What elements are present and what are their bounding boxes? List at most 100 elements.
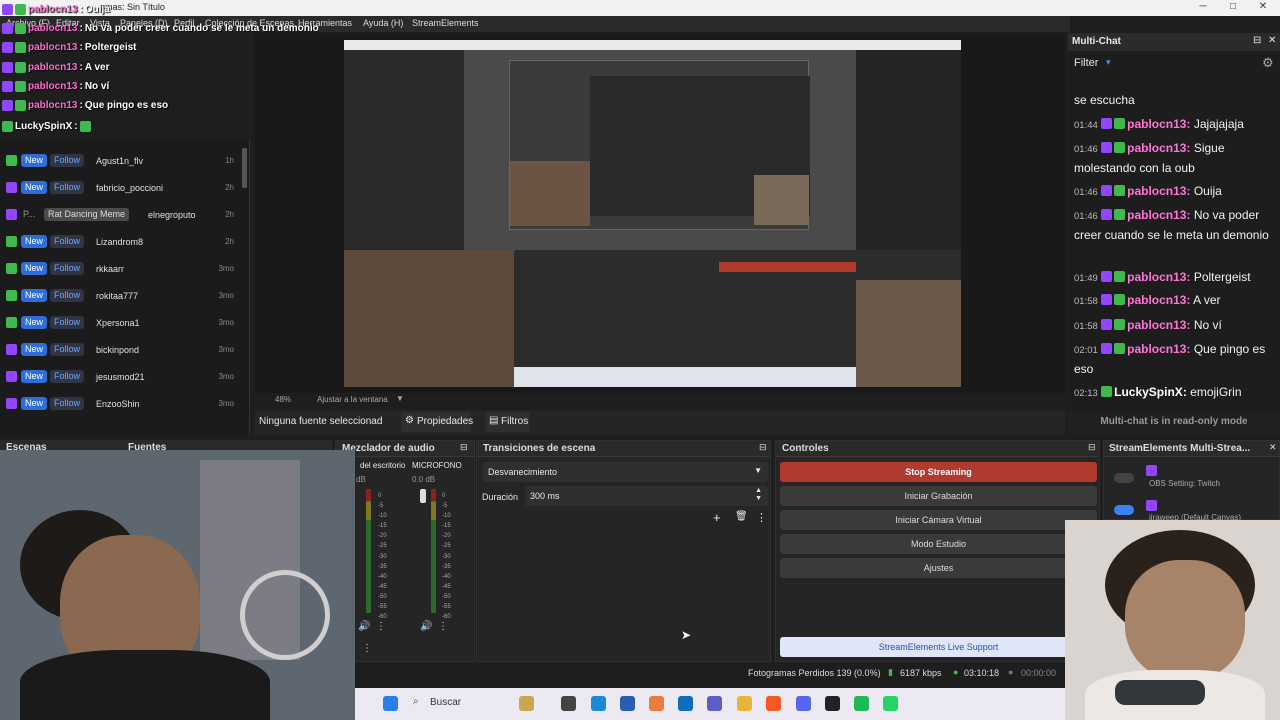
feed-scrollbar[interactable]: [242, 148, 247, 188]
feed-username: rkkaarr: [96, 263, 125, 274]
zoom-level[interactable]: 48%: [275, 395, 291, 404]
audio-mixer-dock: Mezclador de audio ⊟ del escritorio MICRO…: [335, 440, 475, 662]
desktop-mute-icon[interactable]: 🔊: [358, 621, 370, 632]
add-icon[interactable]: +: [713, 510, 721, 525]
feed-row[interactable]: P... Rat Dancing Meme elnegroputo 2h: [0, 201, 240, 228]
channel-mic-db: 0.0 dB: [412, 475, 436, 484]
gear-icon[interactable]: ⚙: [1262, 55, 1274, 71]
twitch-icon: [2, 42, 13, 53]
filters-button[interactable]: ▤ Filtros: [485, 412, 530, 432]
taskbar-search[interactable]: Buscar: [430, 697, 461, 708]
undock-icon[interactable]: ⊟: [1088, 442, 1096, 453]
settings-button[interactable]: Ajustes: [780, 558, 1097, 578]
feed-username: EnzooShin: [96, 398, 140, 409]
properties-label: Propiedades: [417, 416, 474, 427]
desktop-menu-icon[interactable]: ⋮: [376, 621, 386, 632]
feed-row[interactable]: New Follow jesusmod21 3mo: [0, 363, 240, 390]
twitch-icon: [2, 62, 13, 73]
mic-volume-slider[interactable]: [420, 489, 426, 503]
twitch-toggle[interactable]: [1114, 473, 1134, 483]
copilot-icon[interactable]: [649, 696, 664, 711]
kick-icon: [15, 42, 26, 53]
transitions-title: Transiciones de escena: [483, 443, 596, 454]
close-icon[interactable]: ✕: [1268, 35, 1276, 46]
mixer-menu-icon[interactable]: ⋮: [362, 643, 372, 654]
chevron-down-icon[interactable]: ▼: [396, 394, 404, 403]
stop-streaming-button[interactable]: Stop Streaming: [780, 462, 1097, 482]
undock-icon[interactable]: ⊟: [759, 442, 767, 453]
virtual-camera-button[interactable]: Iniciar Cámara Virtual: [780, 510, 1097, 530]
read-only-notice: Multi-chat is in read-only mode: [1068, 411, 1280, 435]
bitrate: 6187 kbps: [900, 668, 942, 678]
emoji-icon: [79, 121, 91, 132]
filter-dropdown[interactable]: Filter: [1074, 57, 1098, 69]
store-icon[interactable]: [620, 696, 635, 711]
feed-row[interactable]: New Follow fabricio_poccioni 2h: [0, 174, 240, 201]
chat-message: 01:44 pablocn13: Jajajajaja: [1074, 117, 1244, 131]
filters-label: Filtros: [501, 416, 529, 427]
follow-badge: Follow: [50, 370, 85, 383]
feed-row[interactable]: New Follow Xpersona1 3mo: [0, 309, 240, 336]
task-view-icon[interactable]: [561, 696, 576, 711]
multistream-title: StreamElements Multi-Strea...: [1109, 443, 1251, 454]
twitch-icon: [2, 81, 13, 92]
trash-icon[interactable]: 🗑: [735, 511, 748, 522]
more-icon[interactable]: ⋮: [756, 511, 767, 524]
follow-badge: Follow: [50, 154, 85, 167]
close-icon[interactable]: ✕: [1248, 1, 1278, 12]
outlook-icon[interactable]: [678, 696, 693, 711]
chevron-down-icon[interactable]: ▾: [1106, 57, 1111, 68]
chat-message: 01:58 pablocn13: A ver: [1074, 293, 1221, 307]
menu-item-help[interactable]: Ayuda (H): [363, 18, 403, 28]
mic-menu-icon[interactable]: ⋮: [438, 621, 448, 632]
properties-button[interactable]: ⚙ Propiedades: [401, 412, 474, 432]
obs-icon[interactable]: [825, 696, 840, 711]
fit-window-select[interactable]: Ajustar a la ventana: [317, 395, 388, 404]
target-toggle[interactable]: [1114, 505, 1134, 515]
controls-title: Controles: [782, 443, 829, 454]
overlay-chat-line: pablocn13: No ví: [2, 77, 109, 96]
discord-icon[interactable]: [796, 696, 811, 711]
maximize-icon[interactable]: □: [1218, 1, 1248, 12]
close-icon[interactable]: ✕: [1269, 442, 1277, 453]
points-badge: P...: [23, 209, 36, 219]
live-support-button[interactable]: StreamElements Live Support: [780, 637, 1097, 657]
feed-row[interactable]: New Follow bickinpond 3mo: [0, 336, 240, 363]
minimize-icon[interactable]: ─: [1188, 1, 1218, 12]
menu-item-streamelements[interactable]: StreamElements: [412, 18, 479, 28]
kick-icon: [6, 290, 17, 301]
chat-message: 01:46 pablocn13: Sigue molestando con la…: [1074, 141, 1225, 175]
spotify-icon[interactable]: [854, 696, 869, 711]
studio-mode-button[interactable]: Modo Estudio: [780, 534, 1097, 554]
feed-row[interactable]: New Follow EnzooShin 3mo: [0, 390, 240, 417]
feed-username: fabricio_poccioni: [96, 182, 164, 193]
controls-dock: Controles ⊟ Stop Streaming Iniciar Grabac…: [775, 440, 1100, 662]
multistream-dock: StreamElements Multi-Strea... ✕ OBS Setti…: [1103, 440, 1280, 522]
redeem-badge: Rat Dancing Meme: [44, 208, 130, 221]
brave-icon[interactable]: [766, 696, 781, 711]
mic-mute-icon[interactable]: 🔊: [420, 621, 432, 632]
feed-row[interactable]: New Follow rokitaa777 3mo: [0, 282, 240, 309]
teams-icon[interactable]: [707, 696, 722, 711]
windows-start-icon[interactable]: [383, 696, 398, 711]
undock-icon[interactable]: ⊟: [1253, 35, 1261, 46]
duration-spinbox[interactable]: 300 ms ▲ ▼: [525, 486, 768, 506]
stream-preview[interactable]: [344, 40, 961, 387]
feed-row[interactable]: New Follow Agust1n_flv 1h: [0, 147, 240, 174]
search-icon[interactable]: ⌕: [413, 696, 419, 707]
feed-row[interactable]: New Follow rkkaarr 3mo: [0, 255, 240, 282]
transition-select[interactable]: Desvanecimiento ▼: [483, 462, 768, 482]
feed-row[interactable]: New Follow Lizandrom8 2h: [0, 228, 240, 255]
start-recording-button[interactable]: Iniciar Grabación: [780, 486, 1097, 506]
undock-icon[interactable]: ⊟: [460, 442, 468, 453]
file-explorer-icon[interactable]: [737, 696, 752, 711]
search-highlight-icon[interactable]: [519, 696, 534, 711]
dropped-frames: Fotogramas Perdidos 139 (0.0%): [748, 668, 881, 678]
edge-icon[interactable]: [591, 696, 606, 711]
feed-username: elnegroputo: [148, 209, 196, 220]
gear-icon: ⚙: [405, 415, 414, 426]
whatsapp-icon[interactable]: [883, 696, 898, 711]
follow-badge: Follow: [50, 316, 85, 329]
audio-mixer-header: Mezclador de audio ⊟: [336, 441, 474, 457]
stepper-arrows-icon[interactable]: ▲ ▼: [755, 487, 762, 503]
